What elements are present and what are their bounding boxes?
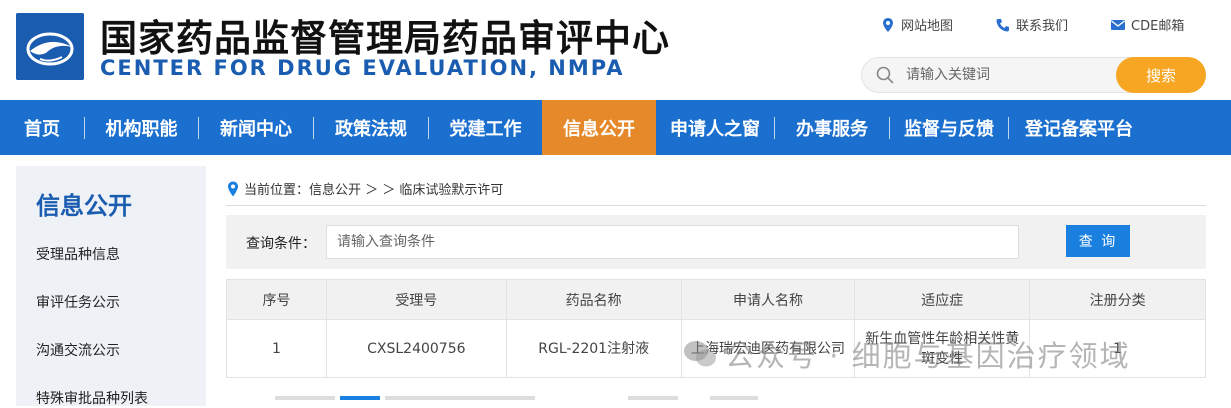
column-header: 适应症 xyxy=(854,279,1031,320)
nav-functions[interactable]: 机构职能 xyxy=(85,100,198,155)
site-title-cn: 国家药品监督管理局药品审评中心 xyxy=(100,17,670,60)
indication-text: 新生血管性年龄相关性黄斑变性 xyxy=(865,330,1020,367)
query-input[interactable] xyxy=(326,225,1019,259)
cell-acceptance-no: CXSL2400756 xyxy=(325,319,507,378)
results-table: 序号 受理号 药品名称 申请人名称 适应症 注册分类 1 CXSL2400756… xyxy=(226,279,1206,378)
breadcrumb: 当前位置：信息公开 ＞ ＞ 临床试验默示许可 xyxy=(226,179,503,198)
phone-icon xyxy=(995,17,1011,33)
sidebar-item-accepted[interactable]: 受理品种信息 xyxy=(36,244,120,264)
sitemap-link[interactable]: 网站地图 xyxy=(880,15,953,34)
pager-active-page[interactable] xyxy=(340,396,380,400)
main-nav: 首页 机构职能 新闻中心 政策法规 党建工作 信息公开 申请人之窗 办事服务 监… xyxy=(0,100,1231,155)
pager-next[interactable] xyxy=(628,396,678,400)
pager-pages[interactable] xyxy=(385,396,535,400)
cell-index: 1 xyxy=(226,319,327,378)
table-row[interactable]: 1 CXSL2400756 RGL-2201注射液 上海瑞宏迪医药有限公司 新生… xyxy=(226,319,1206,378)
search-icon xyxy=(876,66,894,84)
site-search: 搜索 xyxy=(861,57,1206,93)
sidebar-item-review-tasks[interactable]: 审评任务公示 xyxy=(36,292,120,312)
sidebar-title: 信息公开 xyxy=(36,192,132,220)
sidebar: 信息公开 受理品种信息 审评任务公示 沟通交流公示 特殊审批品种列表 xyxy=(16,166,206,408)
email-link[interactable]: CDE邮箱 xyxy=(1110,15,1184,34)
cde-logo[interactable] xyxy=(16,13,84,80)
breadcrumb-divider xyxy=(226,205,1206,206)
table-header-row: 序号 受理号 药品名称 申请人名称 适应症 注册分类 xyxy=(226,279,1206,320)
sidebar-item-special-approval[interactable]: 特殊审批品种列表 xyxy=(36,388,148,408)
pager-prev[interactable] xyxy=(275,396,335,400)
column-header: 注册分类 xyxy=(1029,279,1206,320)
site-title-en: CENTER FOR DRUG EVALUATION, NMPA xyxy=(100,56,625,80)
mail-icon xyxy=(1110,17,1126,33)
email-label: CDE邮箱 xyxy=(1131,19,1185,34)
query-label: 查询条件： xyxy=(246,236,316,252)
site-header: 国家药品监督管理局药品审评中心 CENTER FOR DRUG EVALUATI… xyxy=(0,0,1231,100)
cell-indication: 新生血管性年龄相关性黄斑变性 xyxy=(854,319,1031,378)
top-links: 网站地图 联系我们 CDE邮箱 xyxy=(880,15,1184,34)
sidebar-item-communication[interactable]: 沟通交流公示 xyxy=(36,340,120,360)
column-header: 序号 xyxy=(226,279,327,320)
nav-news[interactable]: 新闻中心 xyxy=(199,100,313,155)
column-header: 药品名称 xyxy=(505,279,682,320)
contact-label: 联系我们 xyxy=(1016,19,1069,34)
sitemap-label: 网站地图 xyxy=(901,19,954,34)
column-header: 受理号 xyxy=(325,279,507,320)
nav-applicant[interactable]: 申请人之窗 xyxy=(656,100,774,155)
contact-link[interactable]: 联系我们 xyxy=(995,15,1068,34)
query-button[interactable]: 查 询 xyxy=(1066,225,1130,257)
cell-drug-name: RGL-2201注射液 xyxy=(505,319,682,378)
nav-supervision[interactable]: 监督与反馈 xyxy=(890,100,1008,155)
nav-info-public[interactable]: 信息公开 xyxy=(542,100,656,155)
nav-services[interactable]: 办事服务 xyxy=(775,100,889,155)
applicant-text: 上海瑞宏迪医药有限公司 xyxy=(690,340,845,357)
search-button[interactable]: 搜索 xyxy=(1116,57,1206,93)
query-panel: 查询条件： 查 询 xyxy=(226,215,1206,269)
nav-registration[interactable]: 登记备案平台 xyxy=(1009,100,1149,155)
search-input[interactable] xyxy=(906,64,1106,86)
map-pin-icon xyxy=(880,17,896,33)
column-header: 申请人名称 xyxy=(680,279,856,320)
cell-applicant: 上海瑞宏迪医药有限公司 xyxy=(680,319,856,378)
nav-policy[interactable]: 政策法规 xyxy=(314,100,428,155)
nav-party[interactable]: 党建工作 xyxy=(429,100,542,155)
nav-home[interactable]: 首页 xyxy=(0,100,84,155)
cell-category: 1 xyxy=(1029,319,1206,378)
pager-last[interactable] xyxy=(710,396,758,400)
breadcrumb-text: 当前位置：信息公开 ＞ ＞ 临床试验默示许可 xyxy=(244,183,504,198)
location-pin-icon xyxy=(226,181,240,197)
